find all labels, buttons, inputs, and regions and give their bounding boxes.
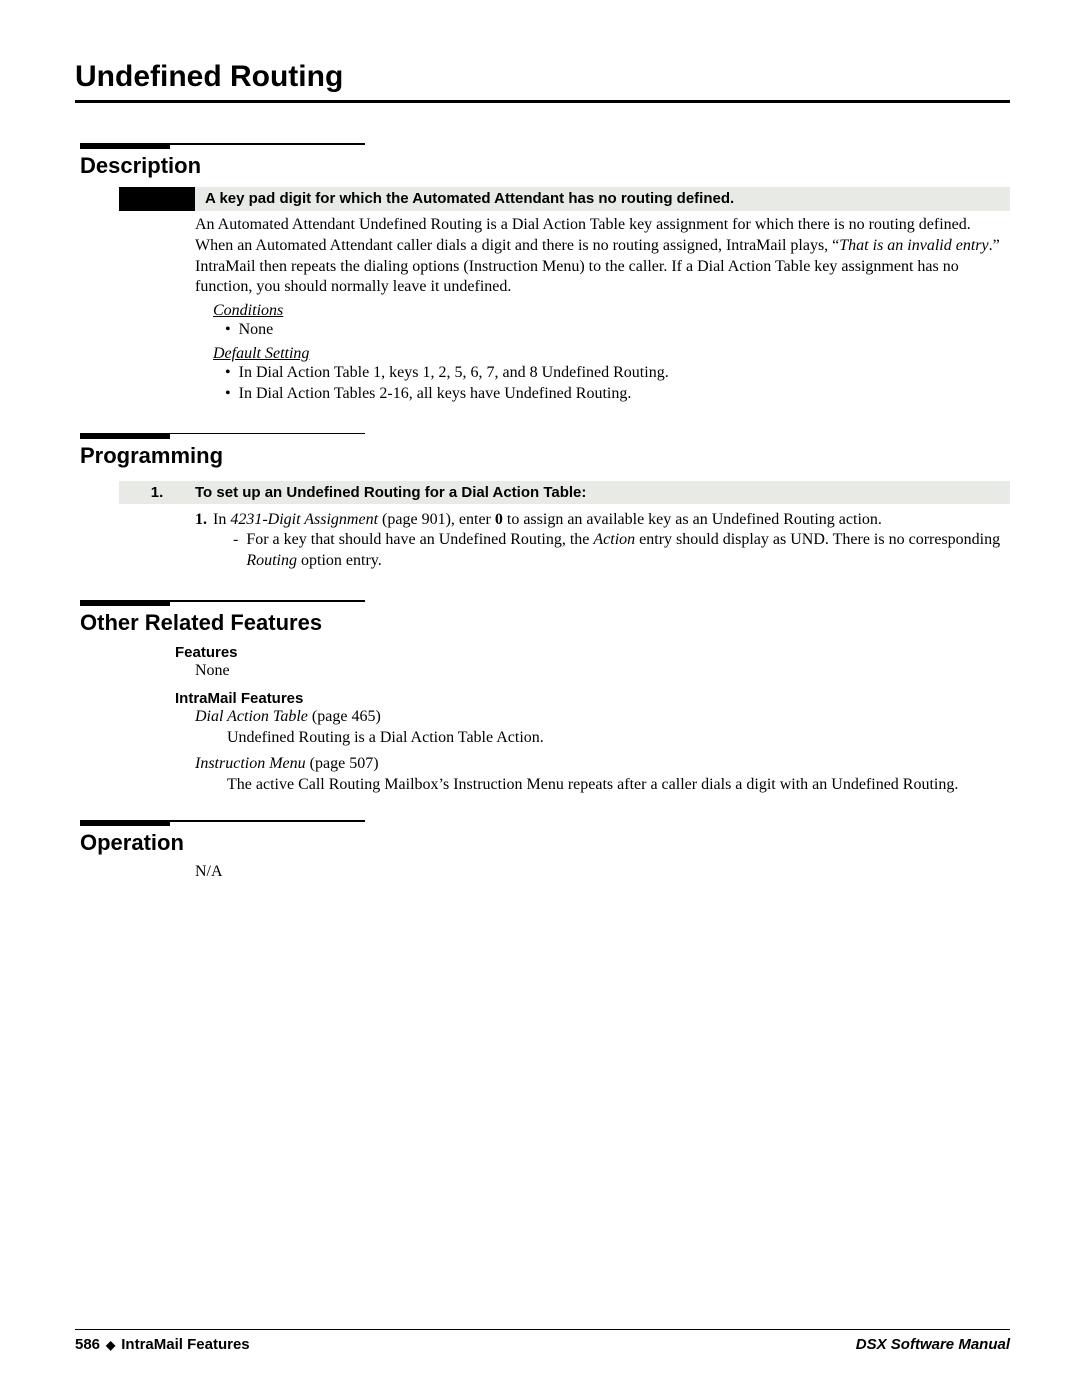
description-summary-box: A key pad digit for which the Automated … — [119, 187, 1010, 211]
sub1c: entry should display as UND. There is no… — [635, 531, 1000, 548]
section-rule — [80, 433, 1010, 439]
description-body: An Automated Attendant Undefined Routing… — [195, 215, 1010, 298]
summary-black-block — [119, 187, 195, 211]
default-setting-label: Default Setting — [213, 345, 1010, 363]
sub1a: For a key that should have an Undefined … — [246, 531, 593, 548]
s1e: to assign an available key as an Undefin… — [503, 511, 882, 528]
section-heading-programming: Programming — [80, 443, 1010, 469]
default-bullet-2: •In Dial Action Tables 2-16, all keys ha… — [225, 384, 1010, 405]
default-item-1: In Dial Action Table 1, keys 1, 2, 5, 6,… — [239, 363, 669, 384]
intramail-features-label: IntraMail Features — [175, 690, 1010, 707]
conditions-label: Conditions — [213, 302, 1010, 320]
title-rule — [75, 100, 1010, 103]
desc-text-italic: That is an invalid entry — [839, 237, 988, 254]
section-heading-operation: Operation — [80, 830, 1010, 856]
footer-right: DSX Software Manual — [856, 1336, 1010, 1353]
s1b: 4231-Digit Assignment — [230, 511, 378, 528]
related-item-1: Dial Action Table (page 465) — [195, 707, 1010, 728]
diamond-icon: ◆ — [106, 1338, 115, 1352]
section-heading-description: Description — [80, 153, 1010, 179]
substep-number: 1. — [195, 510, 207, 531]
footer-left: 586 ◆ IntraMail Features — [75, 1336, 250, 1353]
s1c: (page 901), enter — [378, 511, 495, 528]
page-number: 586 — [75, 1336, 100, 1353]
sub1e: option entry. — [297, 552, 382, 569]
programming-subdash: - For a key that should have an Undefine… — [233, 530, 1010, 572]
s1d: 0 — [495, 511, 503, 528]
programming-step-box: 1. To set up an Undefined Routing for a … — [119, 481, 1010, 504]
page-footer: 586 ◆ IntraMail Features DSX Software Manu… — [75, 1329, 1010, 1353]
page-title: Undefined Routing — [75, 60, 1010, 94]
related-item-2-desc: The active Call Routing Mailbox’s Instru… — [227, 775, 1010, 796]
related-item-2: Instruction Menu (page 507) — [195, 754, 1010, 775]
r2a: Instruction Menu — [195, 755, 306, 772]
r1a: Dial Action Table — [195, 708, 308, 725]
section-rule — [80, 143, 1010, 149]
sub1b: Action — [593, 531, 635, 548]
s1a: In — [213, 511, 230, 528]
default-item-2: In Dial Action Tables 2-16, all keys hav… — [239, 384, 632, 405]
conditions-item: None — [239, 320, 274, 341]
features-label: Features — [175, 644, 1010, 661]
r1b: (page 465) — [308, 708, 381, 725]
section-rule — [80, 820, 1010, 826]
operation-body: N/A — [195, 862, 1010, 883]
section-rule — [80, 600, 1010, 606]
programming-substep: 1. In 4231-Digit Assignment (page 901), … — [195, 510, 1010, 531]
related-item-1-desc: Undefined Routing is a Dial Action Table… — [227, 728, 1010, 749]
sub1d: Routing — [246, 552, 297, 569]
prog-step-number: 1. — [119, 481, 195, 504]
r2b: (page 507) — [306, 755, 379, 772]
footer-section: IntraMail Features — [121, 1336, 249, 1353]
section-heading-related: Other Related Features — [80, 610, 1010, 636]
conditions-bullet: •None — [225, 320, 1010, 341]
summary-text: A key pad digit for which the Automated … — [195, 187, 1010, 211]
prog-step-title: To set up an Undefined Routing for a Dia… — [195, 481, 1010, 504]
default-bullet-1: •In Dial Action Table 1, keys 1, 2, 5, 6… — [225, 363, 1010, 384]
features-body: None — [195, 661, 1010, 682]
